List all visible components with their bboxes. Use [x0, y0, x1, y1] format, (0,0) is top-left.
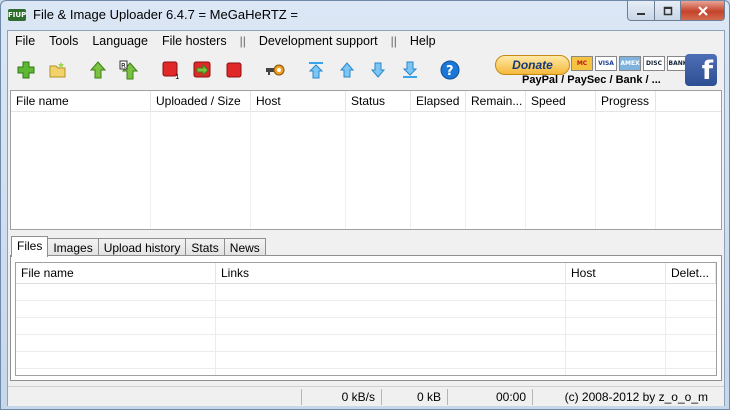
- menu-separator: ||: [390, 34, 397, 48]
- menu-separator: ||: [239, 34, 246, 48]
- table-row-line: [16, 317, 716, 318]
- col-uploaded-size[interactable]: Uploaded / Size: [151, 91, 251, 111]
- status-size: 0 kB: [381, 389, 447, 405]
- toolbar: R 1 ? Donate MC VISA AMEX DISC BANK PayP…: [8, 52, 724, 88]
- add-folder-button[interactable]: [48, 60, 68, 80]
- upload-button[interactable]: [88, 60, 108, 80]
- facebook-button[interactable]: f: [685, 54, 717, 86]
- move-down-button[interactable]: [368, 60, 388, 80]
- help-button[interactable]: ?: [440, 60, 460, 80]
- key-icon: [266, 64, 285, 76]
- title-bar[interactable]: FIUP File & Image Uploader 6.4.7 = MeGaH…: [1, 1, 729, 29]
- column-divider: [655, 111, 656, 229]
- plus-icon: [17, 61, 35, 79]
- table-row-line: [16, 300, 716, 301]
- table-row-line: [16, 351, 716, 352]
- status-bar: 0 kB/s 0 kB 00:00 (c) 2008-2012 by z_o_o…: [8, 386, 724, 406]
- svg-text:R: R: [121, 62, 126, 70]
- column-divider: [525, 111, 526, 229]
- payment-cards: MC VISA AMEX DISC BANK: [571, 56, 689, 71]
- col-file-name[interactable]: File name: [11, 91, 151, 111]
- col-progress[interactable]: Progress: [596, 91, 656, 111]
- card-visa-icon: VISA: [595, 56, 617, 71]
- col-elapsed[interactable]: Elapsed: [411, 91, 466, 111]
- svg-text:1: 1: [175, 73, 179, 80]
- minimize-button[interactable]: [627, 1, 655, 21]
- files-col-host[interactable]: Host: [566, 263, 666, 283]
- files-col-links[interactable]: Links: [216, 263, 566, 283]
- stop-icon: [226, 62, 242, 78]
- menu-tools[interactable]: Tools: [42, 31, 85, 51]
- card-amex-icon: AMEX: [619, 56, 641, 71]
- menu-file-hosters[interactable]: File hosters: [155, 31, 234, 51]
- add-files-button[interactable]: [16, 60, 36, 80]
- move-up-button[interactable]: [337, 60, 357, 80]
- stop-one-button[interactable]: 1: [162, 60, 182, 80]
- window-controls: [627, 1, 725, 21]
- svg-text:?: ?: [446, 64, 454, 79]
- column-divider: [465, 111, 466, 229]
- files-tab-panel: File name Links Host Delet...: [10, 255, 722, 381]
- donate-caption: PayPal / PaySec / Bank / ...: [522, 74, 661, 86]
- folder-add-icon: [49, 62, 66, 78]
- close-button[interactable]: [681, 1, 725, 21]
- minimize-icon: [637, 12, 645, 15]
- arrow-bottom-icon: [402, 61, 418, 78]
- grid-divider: [565, 283, 566, 375]
- arrow-up-icon: [89, 61, 107, 79]
- col-speed[interactable]: Speed: [526, 91, 596, 111]
- status-time: 00:00: [447, 389, 532, 405]
- menu-language[interactable]: Language: [85, 31, 155, 51]
- tab-strip: Files Images Upload history Stats News: [11, 236, 266, 257]
- move-top-button[interactable]: [306, 60, 326, 80]
- arrow-down-icon: [370, 62, 386, 78]
- column-divider: [345, 111, 346, 229]
- table-row-line: [16, 368, 716, 369]
- move-bottom-button[interactable]: [400, 60, 420, 80]
- column-divider: [150, 111, 151, 229]
- card-mastercard-icon: MC: [571, 56, 593, 71]
- files-col-file-name[interactable]: File name: [16, 263, 216, 283]
- menu-help[interactable]: Help: [403, 31, 443, 51]
- close-icon: [697, 5, 708, 16]
- card-discover-icon: DISC: [643, 56, 665, 71]
- arrow-up-r-icon: R: [119, 60, 139, 80]
- upload-remote-button[interactable]: R: [119, 60, 139, 80]
- files-table[interactable]: File name Links Host Delet...: [15, 262, 717, 376]
- maximize-button[interactable]: [655, 1, 681, 21]
- table-row-line: [16, 334, 716, 335]
- column-divider: [595, 111, 596, 229]
- status-copyright: (c) 2008-2012 by z_o_o_m: [532, 389, 714, 405]
- tab-files[interactable]: Files: [11, 236, 49, 257]
- window-title: File & Image Uploader 6.4.7 = MeGaHeRTZ …: [33, 7, 298, 22]
- app-icon: FIUP: [8, 9, 27, 21]
- menu-bar: File Tools Language File hosters || Deve…: [8, 31, 724, 51]
- grid-divider: [665, 283, 666, 375]
- app-window: FIUP File & Image Uploader 6.4.7 = MeGaH…: [0, 0, 730, 410]
- arrow-top-icon: [308, 62, 324, 79]
- upload-list-header: File name Uploaded / Size Host Status El…: [11, 91, 721, 112]
- col-host[interactable]: Host: [251, 91, 346, 111]
- donate-button[interactable]: Donate: [495, 55, 570, 75]
- maximize-icon: [663, 6, 672, 15]
- status-speed: 0 kB/s: [301, 389, 381, 405]
- stop-all-button[interactable]: [224, 60, 244, 80]
- upload-list[interactable]: File name Uploaded / Size Host Status El…: [10, 90, 722, 230]
- client-area: File Tools Language File hosters || Deve…: [7, 30, 725, 406]
- arrow-up-icon: [339, 62, 355, 78]
- menu-development-support[interactable]: Development support: [252, 31, 385, 51]
- menu-file[interactable]: File: [8, 31, 42, 51]
- grid-divider: [215, 283, 216, 375]
- stop-one-icon: 1: [162, 61, 179, 80]
- files-col-delete[interactable]: Delet...: [666, 263, 716, 283]
- col-remaining[interactable]: Remain...: [466, 91, 526, 111]
- col-status[interactable]: Status: [346, 91, 411, 111]
- column-divider: [250, 111, 251, 229]
- help-icon: ?: [440, 60, 460, 80]
- skip-button[interactable]: [193, 60, 213, 80]
- settings-key-button[interactable]: [265, 60, 285, 80]
- column-divider: [410, 111, 411, 229]
- files-table-header: File name Links Host Delet...: [16, 263, 716, 284]
- skip-icon: [193, 61, 211, 78]
